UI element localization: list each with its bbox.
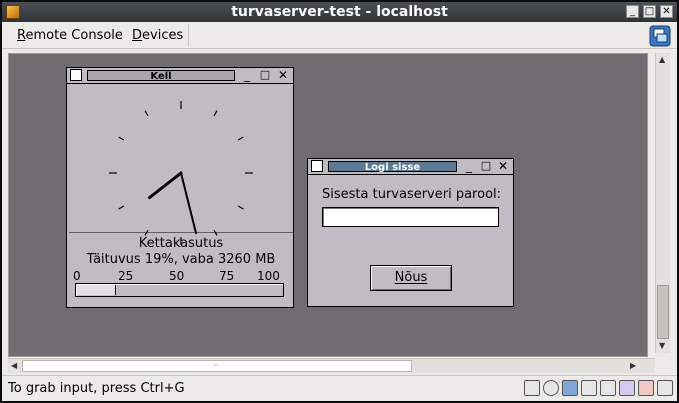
window-menu-icon[interactable]	[311, 160, 323, 172]
scale-label: 50	[169, 269, 185, 283]
mouse-integration-icon[interactable]	[524, 380, 540, 396]
clock-minimize-icon[interactable]: _	[241, 69, 253, 81]
scale-label: 0	[73, 269, 81, 283]
scroll-left-icon[interactable]: ◀	[11, 361, 17, 370]
menu-remote-console[interactable]: Remote Console	[17, 28, 123, 43]
window-client-area: Remote Console Devices Kell _ □ ✕ Kettak…	[2, 22, 677, 401]
clock-tick	[118, 136, 125, 141]
status-icons	[524, 380, 673, 396]
maximize-button[interactable]: □	[643, 5, 656, 18]
clock-tick	[118, 205, 125, 210]
vm-window: turvaserver-test - localhost _ □ ✕ Remot…	[0, 0, 679, 403]
clock-window: Kell _ □ ✕ Kettakasutus Täituvus 19%, va…	[66, 67, 294, 308]
close-button[interactable]: ✕	[660, 5, 673, 18]
disk-heading: Kettakasutus	[138, 236, 224, 251]
menubar: Remote Console Devices	[2, 22, 677, 49]
scroll-right-icon[interactable]: ▶	[630, 361, 636, 370]
optical-drive-icon[interactable]	[543, 380, 559, 396]
capture-icon[interactable]	[657, 380, 673, 396]
statusbar: To grab input, press Ctrl+G	[2, 375, 677, 401]
clock-maximize-icon[interactable]: □	[259, 69, 271, 81]
disk-separator	[69, 232, 293, 233]
login-window: Logi sisse _ □ ✕ Sisesta turvaserveri pa…	[307, 158, 514, 307]
ok-button[interactable]: Nõus	[370, 265, 452, 291]
clock-window-title: Kell	[87, 70, 235, 82]
disk-scale: 0 25 50 75 100	[67, 268, 295, 284]
scale-label: 75	[219, 269, 235, 283]
recording-icon[interactable]	[638, 380, 654, 396]
login-window-titlebar[interactable]: Logi sisse _ □ ✕	[308, 159, 513, 175]
scale-label: 100	[257, 269, 280, 283]
password-prompt: Sisesta turvaserveri parool:	[322, 187, 502, 202]
status-text: To grab input, press Ctrl+G	[8, 381, 185, 396]
scroll-up-icon[interactable]: ▲	[659, 55, 665, 64]
window-titlebar[interactable]: turvaserver-test - localhost _ □ ✕	[2, 2, 677, 22]
clock-tick	[237, 205, 244, 210]
clock-tick	[237, 136, 244, 141]
clock-tick	[144, 110, 149, 117]
clock-close-icon[interactable]: ✕	[277, 69, 289, 81]
disk-usage-bar	[75, 283, 284, 297]
guest-display[interactable]: Kell _ □ ✕ Kettakasutus Täituvus 19%, va…	[8, 53, 648, 357]
vm-status-icon[interactable]	[649, 25, 671, 47]
password-input[interactable]	[322, 207, 499, 227]
window-menu-icon[interactable]	[70, 69, 82, 81]
disk-detail: Täituvus 19%, vaba 3260 MB	[86, 252, 276, 267]
scroll-down-icon[interactable]: ▼	[659, 341, 665, 350]
network-icon[interactable]	[581, 380, 597, 396]
minimize-button[interactable]: _	[626, 5, 639, 18]
usb-icon[interactable]	[600, 380, 616, 396]
ok-button-label: Nõus	[394, 270, 428, 285]
shared-folders-icon[interactable]	[619, 380, 635, 396]
menu-devices[interactable]: Devices	[132, 28, 183, 43]
vertical-scroll-thumb[interactable]	[657, 285, 669, 339]
menubar-separator	[188, 24, 189, 47]
menu-devices-label: evices	[142, 28, 184, 43]
clock-minute-hand	[180, 172, 197, 235]
disk-usage-fill	[77, 285, 116, 295]
login-window-title: Logi sisse	[328, 161, 457, 173]
login-maximize-icon[interactable]: □	[480, 160, 492, 172]
login-close-icon[interactable]: ✕	[497, 160, 509, 172]
disk-usage-panel: Kettakasutus Täituvus 19%, vaba 3260 MB …	[67, 232, 295, 284]
horizontal-scroll-thumb[interactable]: ⋅⋅⋅	[22, 360, 412, 372]
scroll-grip-icon: ⋅⋅⋅	[213, 361, 219, 370]
clock-window-titlebar[interactable]: Kell _ □ ✕	[67, 68, 293, 84]
scale-label: 25	[118, 269, 134, 283]
clock-tick	[213, 110, 218, 117]
menu-remote-console-label: emote Console	[25, 28, 123, 43]
window-title: turvaserver-test - localhost	[231, 4, 448, 20]
vertical-scrollbar[interactable]: ▲ ▼	[655, 53, 670, 353]
floppy-icon[interactable]	[562, 380, 578, 396]
login-minimize-icon[interactable]: _	[463, 160, 475, 172]
clock-hour-hand	[147, 171, 183, 200]
horizontal-scrollbar[interactable]: ◀ ⋅⋅⋅ ▶	[8, 358, 655, 373]
analog-clock	[109, 101, 253, 245]
